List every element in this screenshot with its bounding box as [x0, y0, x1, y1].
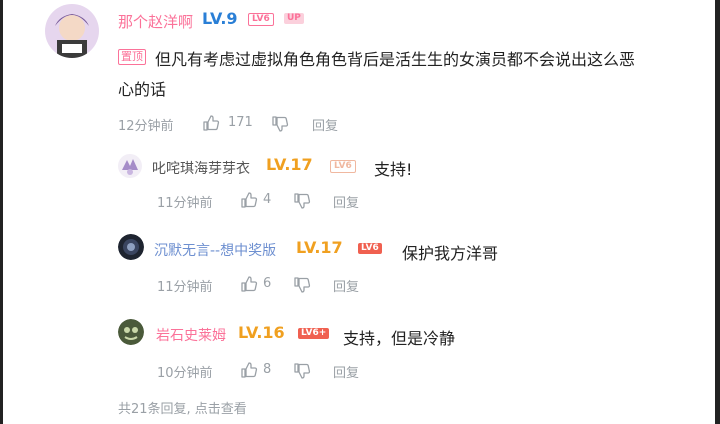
user-level: LV.17: [296, 238, 343, 257]
level-badge: LV6: [330, 160, 356, 173]
like-count: 8: [263, 362, 272, 377]
username[interactable]: 那个赵洋啊: [118, 11, 193, 32]
reply-text: 支持!: [374, 160, 413, 179]
reply-text: 保护我方洋哥: [402, 244, 499, 263]
reply-button[interactable]: 回复: [333, 362, 359, 381]
up-badge: UP: [284, 13, 304, 24]
like-count: 171: [228, 115, 253, 130]
username[interactable]: 岩石史莱姆: [156, 325, 226, 345]
level-badge: LV6: [358, 243, 382, 254]
thumbs-up-icon[interactable]: [240, 275, 258, 293]
user-level: LV.17: [266, 155, 313, 174]
thumbs-down-icon[interactable]: [293, 362, 311, 380]
like-count: 4: [263, 192, 272, 207]
reply-time: 10分钟前: [157, 366, 213, 381]
avatar[interactable]: [45, 4, 99, 58]
thumbs-down-icon[interactable]: [271, 115, 289, 133]
screen-edge-right: [715, 0, 720, 424]
reply-button[interactable]: 回复: [333, 276, 359, 295]
reply-text: 支持，但是冷静: [343, 329, 456, 348]
avatar[interactable]: [118, 154, 142, 178]
user-level: LV.16: [238, 323, 285, 342]
username[interactable]: 叱咤琪海芽芽衣: [152, 158, 250, 178]
level-badge: LV6: [248, 13, 274, 26]
avatar[interactable]: [118, 234, 144, 260]
screen-edge-left: [0, 0, 3, 424]
reply-button[interactable]: 回复: [312, 115, 338, 134]
reply-button[interactable]: 回复: [333, 192, 359, 211]
pinned-tag: 置顶: [118, 49, 146, 65]
reply-time: 11分钟前: [157, 196, 213, 211]
thumbs-up-icon[interactable]: [240, 361, 258, 379]
view-all-replies-link[interactable]: 共21条回复, 点击查看: [118, 398, 247, 417]
comment-text-line-2: 心的话: [118, 80, 167, 99]
level-badge: LV6+: [298, 328, 330, 339]
user-level: LV.9: [202, 9, 238, 28]
thumbs-down-icon[interactable]: [293, 276, 311, 294]
comment-text-line-1: 但凡有考虑过虚拟角色角色背后是活生生的女演员都不会说出这么恶: [155, 50, 636, 69]
avatar[interactable]: [118, 319, 144, 345]
reply-time: 11分钟前: [157, 280, 213, 295]
thumbs-down-icon[interactable]: [293, 192, 311, 210]
like-count: 6: [263, 276, 272, 291]
thumbs-up-icon[interactable]: [202, 114, 220, 132]
comment-time: 12分钟前: [118, 119, 174, 134]
thumbs-up-icon[interactable]: [240, 191, 258, 209]
username[interactable]: 沉默无言--想中奖版: [154, 240, 276, 260]
